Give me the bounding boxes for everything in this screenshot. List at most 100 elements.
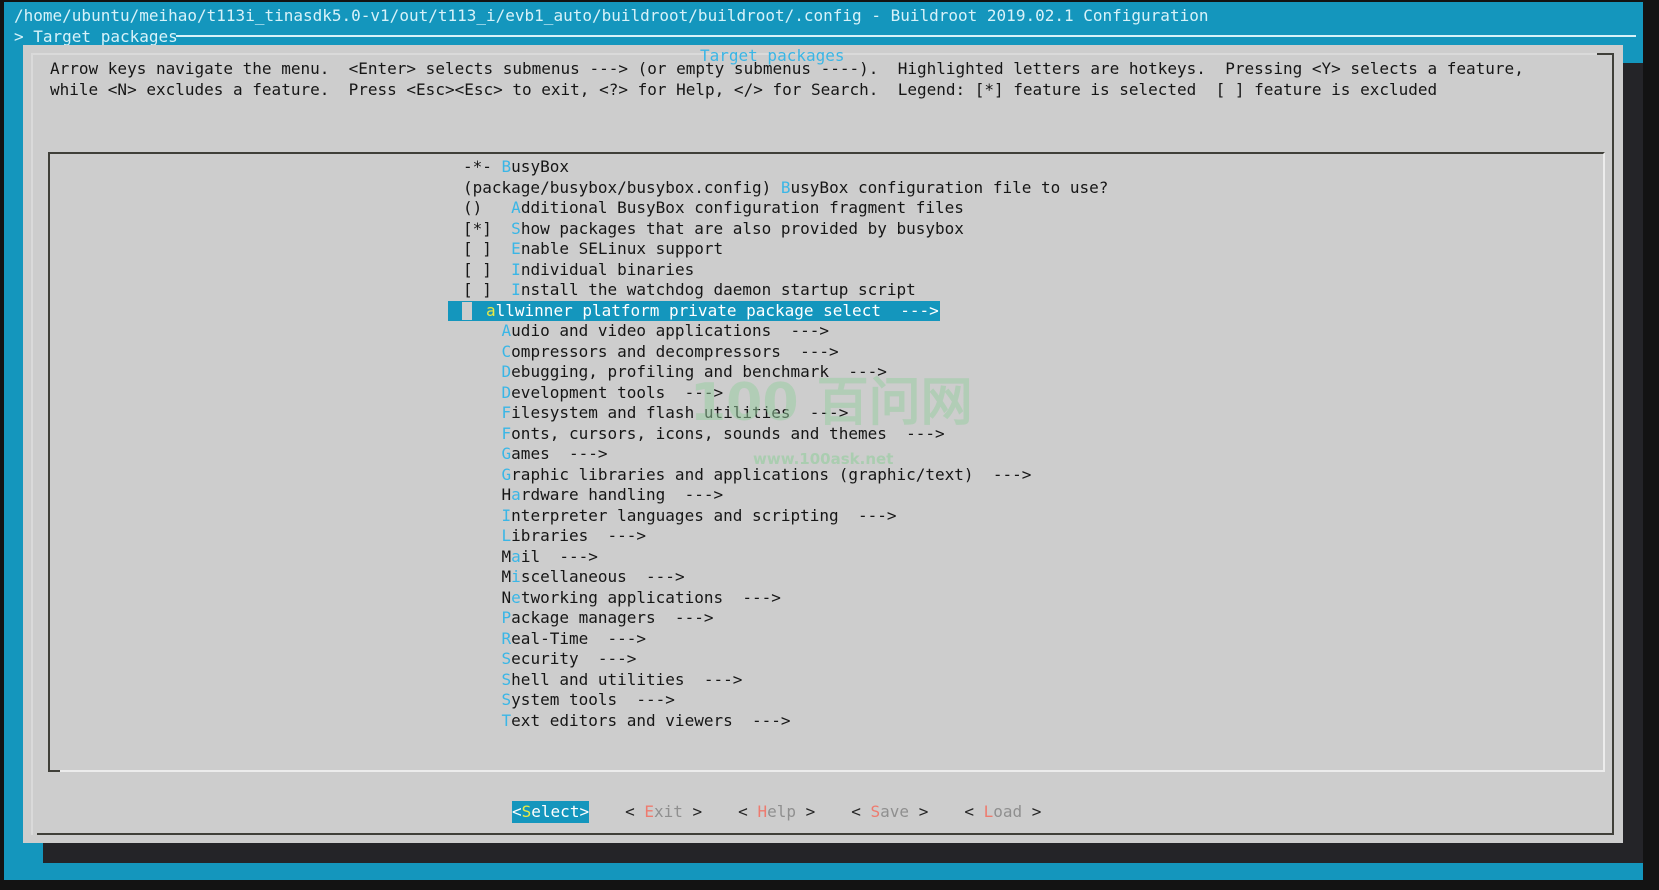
button-bracket-left: < <box>851 802 870 821</box>
hotkey-letter: a <box>511 547 521 566</box>
hotkey-letter: F <box>502 424 512 443</box>
menu-item[interactable]: Compressors and decompressors ---> <box>50 342 1603 363</box>
menu-item-prefix <box>463 526 502 545</box>
menu-item-text: ames ---> <box>511 444 607 463</box>
hotkey-letter: e <box>511 588 521 607</box>
menu-item-text: scellaneous ---> <box>521 567 685 586</box>
menu-item[interactable]: (package/busybox/busybox.config) BusyBox… <box>50 178 1603 199</box>
menu-item[interactable]: Libraries ---> <box>50 526 1603 547</box>
button-bracket-right: > <box>909 802 928 821</box>
dialog-border-left <box>31 53 33 835</box>
button-bracket-right: > <box>796 802 815 821</box>
menu-item-prefix <box>463 383 502 402</box>
menu-item[interactable]: [ ] Install the watchdog daemon startup … <box>50 280 1603 301</box>
hotkey-letter: I <box>511 280 521 299</box>
hotkey-letter: D <box>502 362 512 381</box>
menu-item[interactable]: Package managers ---> <box>50 608 1603 629</box>
instructions-line1: Arrow keys navigate the menu. <Enter> se… <box>50 59 1524 78</box>
button-hotkey-letter: S <box>871 802 881 821</box>
menu-item-prefix <box>463 506 502 525</box>
menu-item[interactable]: () Additional BusyBox configuration frag… <box>50 198 1603 219</box>
menu-item[interactable]: System tools ---> <box>50 690 1603 711</box>
button-hotkey-letter: L <box>984 802 994 821</box>
menu-item[interactable]: Audio and video applications ---> <box>50 321 1603 342</box>
hotkey-letter: B <box>502 157 512 176</box>
menu-item-selected[interactable]: allwinner platform private package selec… <box>50 301 1603 322</box>
menu-item[interactable]: Interpreter languages and scripting ---> <box>50 506 1603 527</box>
menu-item[interactable]: -*- BusyBox <box>50 157 1603 178</box>
menu-item-text: ompressors and decompressors ---> <box>511 342 839 361</box>
terminal-window: /home/ubuntu/meihao/t113i_tinasdk5.0-v1/… <box>0 0 1659 890</box>
save-button[interactable]: < Save > <box>851 801 928 823</box>
menu-item-text: eal-Time ---> <box>511 629 646 648</box>
menu-item[interactable]: Hardware handling ---> <box>50 485 1603 506</box>
hotkey-letter: C <box>502 342 512 361</box>
menu-item-text: rdware handling ---> <box>521 485 723 504</box>
hotkey-letter: a <box>511 485 521 504</box>
hotkey-letter: I <box>502 506 512 525</box>
config-path-title: /home/ubuntu/meihao/t113i_tinasdk5.0-v1/… <box>14 6 1208 25</box>
menu-item-text: dditional BusyBox configuration fragment… <box>521 198 964 217</box>
hotkey-letter: R <box>502 629 512 648</box>
hotkey-letter: D <box>502 383 512 402</box>
dialog-border-bottom <box>37 833 1614 835</box>
menu-item-text: usyBox <box>511 157 569 176</box>
menu-item-prefix <box>463 711 502 730</box>
menu-item[interactable]: Networking applications ---> <box>50 588 1603 609</box>
menu-item[interactable]: Text editors and viewers ---> <box>50 711 1603 732</box>
menu-item-prefix <box>463 444 502 463</box>
menu-item-prefix: M <box>463 547 511 566</box>
menu-item[interactable]: Real-Time ---> <box>50 629 1603 650</box>
load-button[interactable]: < Load > <box>964 801 1041 823</box>
button-bracket-left: < <box>738 802 757 821</box>
watermark-logo: 100 百问网 <box>690 376 973 430</box>
menu-item-text: il ---> <box>521 547 598 566</box>
menu-item[interactable]: Shell and utilities ---> <box>50 670 1603 691</box>
button-bracket-left: < <box>625 802 644 821</box>
selection-highlight[interactable]: allwinner platform private package selec… <box>448 301 940 322</box>
menu-item[interactable]: [ ] Enable SELinux support <box>50 239 1603 260</box>
watermark-url: www.100ask.net <box>753 450 893 468</box>
menu-item-prefix <box>463 690 502 709</box>
menu-item-prefix <box>463 465 502 484</box>
menu-item-text: udio and video applications ---> <box>511 321 829 340</box>
hotkey-letter: A <box>511 198 521 217</box>
menu-item-prefix: [ ] <box>463 280 511 299</box>
button-label: elp <box>767 802 796 821</box>
menu-item-prefix: M <box>463 567 511 586</box>
help-button[interactable]: < Help > <box>738 801 815 823</box>
menu-list: -*- BusyBox(package/busybox/busybox.conf… <box>50 157 1603 731</box>
terminal-cursor <box>462 302 472 320</box>
dialog-border-right <box>1612 53 1614 835</box>
menu-item[interactable]: Mail ---> <box>50 547 1603 568</box>
hotkey-letter: S <box>502 649 512 668</box>
menu-item-text: ext editors and viewers ---> <box>511 711 790 730</box>
hotkey-letter: I <box>511 260 521 279</box>
breadcrumb: > Target packages <box>14 27 178 46</box>
button-label: xit <box>654 802 683 821</box>
button-bracket-left: < <box>964 802 983 821</box>
menu-box-corner <box>48 760 60 772</box>
menu-item-prefix: [ ] <box>463 239 511 258</box>
button-hotkey-letter: S <box>522 802 532 821</box>
menu-item-text: ndividual binaries <box>521 260 694 279</box>
menu-item-text: nable SELinux support <box>521 239 723 258</box>
menu-item[interactable]: [ ] Individual binaries <box>50 260 1603 281</box>
exit-button[interactable]: < Exit > <box>625 801 702 823</box>
button-hotkey-letter: H <box>757 802 767 821</box>
menu-item[interactable]: Miscellaneous ---> <box>50 567 1603 588</box>
menu-item[interactable]: Security ---> <box>50 649 1603 670</box>
select-button[interactable]: <Select> <box>512 801 589 823</box>
menu-item-text: nterpreter languages and scripting ---> <box>511 506 896 525</box>
hotkey-letter: S <box>502 690 512 709</box>
hotkey-letter: E <box>511 239 521 258</box>
menu-item-text: ecurity ---> <box>511 649 636 668</box>
button-bracket-left: < <box>512 802 522 821</box>
menu-item-text: tworking applications ---> <box>521 588 781 607</box>
menu-item-prefix <box>463 403 502 422</box>
hotkey-letter: L <box>502 526 512 545</box>
menu-item-prefix: [*] <box>463 219 511 238</box>
menu-item[interactable]: [*] Show packages that are also provided… <box>50 219 1603 240</box>
button-label: ave <box>880 802 909 821</box>
button-label: oad <box>993 802 1022 821</box>
